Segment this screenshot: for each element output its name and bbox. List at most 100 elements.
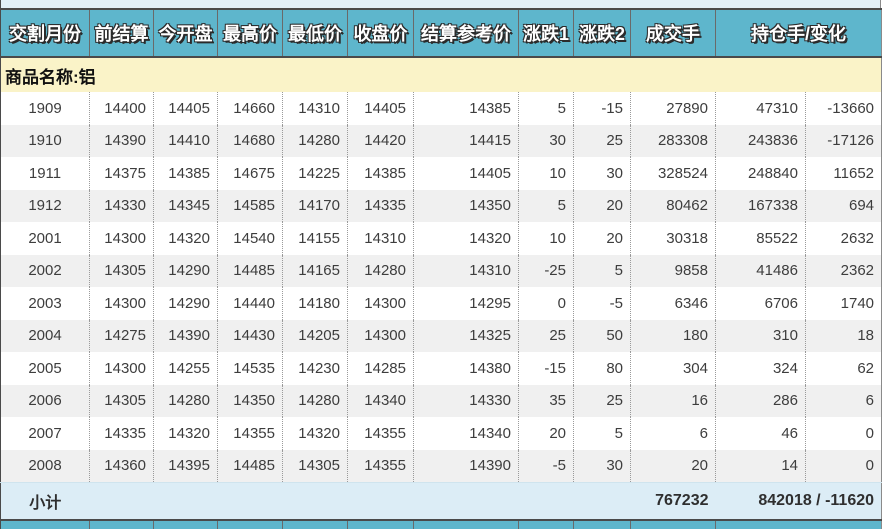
table-row[interactable]: 2003 14300 14290 14440 14180 14300 14295… — [0, 287, 882, 320]
cell-open-interest: 85522 — [715, 222, 806, 255]
cell-volume: 20 — [630, 449, 716, 483]
cell-change2: 25 — [573, 384, 631, 417]
cell-change1: 0 — [518, 287, 574, 320]
cell-volume: 304 — [630, 352, 716, 385]
cell-delivery-month: 1911 — [0, 157, 90, 190]
cell-open-interest: 46 — [715, 417, 806, 450]
cell-delivery-month: 2004 — [0, 319, 90, 352]
table-row[interactable]: 2004 14275 14390 14430 14205 14300 14325… — [0, 319, 882, 352]
table-row[interactable]: 2008 14360 14395 14485 14305 14355 14390… — [0, 449, 882, 483]
cell-open: 14255 — [153, 352, 218, 385]
cell-settlement-ref: 14310 — [413, 254, 519, 287]
cell-open-interest: 243836 — [715, 124, 806, 157]
cell-change1: -15 — [518, 352, 574, 385]
cell-open: 14410 — [153, 124, 218, 157]
cell-open-interest: 324 — [715, 352, 806, 385]
quotes-table: 交割月份 前结算 今开盘 最高价 最低价 收盘价 结算参考价 涨跌1 涨跌2 成… — [0, 8, 883, 519]
cell-oi-change: 694 — [805, 189, 882, 222]
cell-prev-settlement: 14275 — [89, 319, 154, 352]
cell-high: 14675 — [217, 157, 283, 190]
cell-high: 14680 — [217, 124, 283, 157]
cell-open: 14320 — [153, 417, 218, 450]
cell-change2: 5 — [573, 417, 631, 450]
table-row[interactable]: 2007 14335 14320 14355 14320 14355 14340… — [0, 417, 882, 450]
cell-high: 14540 — [217, 222, 283, 255]
cell-high: 14430 — [217, 319, 283, 352]
cell-open-interest: 47310 — [715, 92, 806, 125]
cell-open: 14395 — [153, 449, 218, 483]
cell-close: 14310 — [347, 222, 414, 255]
table-row[interactable]: 1912 14330 14345 14585 14170 14335 14350… — [0, 189, 882, 222]
table-row[interactable]: 1911 14375 14385 14675 14225 14385 14405… — [0, 157, 882, 190]
cell-prev-settlement: 14375 — [89, 157, 154, 190]
cell-settlement-ref: 14380 — [413, 352, 519, 385]
cell-prev-settlement: 14335 — [89, 417, 154, 450]
cell-low: 14305 — [282, 449, 348, 483]
subtotal-open-interest: 842018 / -11620 — [715, 482, 882, 519]
cell-oi-change: 2362 — [805, 254, 882, 287]
cell-prev-settlement: 14390 — [89, 124, 154, 157]
col-header-change2: 涨跌2 — [573, 8, 631, 58]
cell-volume: 6346 — [630, 287, 716, 320]
cell-open-interest: 167338 — [715, 189, 806, 222]
contract-rows: 1909 14400 14405 14660 14310 14405 14385… — [0, 92, 882, 483]
cell-volume: 9858 — [630, 254, 716, 287]
cell-close: 14335 — [347, 189, 414, 222]
col-header-close: 收盘价 — [347, 8, 414, 58]
cell-open: 14345 — [153, 189, 218, 222]
col-header-change1: 涨跌1 — [518, 8, 574, 58]
cell-change1: 35 — [518, 384, 574, 417]
cell-open: 14390 — [153, 319, 218, 352]
cell-open: 14405 — [153, 92, 218, 125]
cell-settlement-ref: 14385 — [413, 92, 519, 125]
col-header-delivery-month: 交割月份 — [0, 8, 90, 58]
cell-low: 14170 — [282, 189, 348, 222]
cell-change2: 80 — [573, 352, 631, 385]
cell-high: 14485 — [217, 254, 283, 287]
cell-oi-change: -13660 — [805, 92, 882, 125]
cell-close: 14355 — [347, 449, 414, 483]
cell-open: 14320 — [153, 222, 218, 255]
cell-open-interest: 310 — [715, 319, 806, 352]
cell-high: 14585 — [217, 189, 283, 222]
cell-low: 14155 — [282, 222, 348, 255]
cell-delivery-month: 2007 — [0, 417, 90, 450]
table-row[interactable]: 2005 14300 14255 14535 14230 14285 14380… — [0, 352, 882, 385]
cell-settlement-ref: 14340 — [413, 417, 519, 450]
cell-prev-settlement: 14330 — [89, 189, 154, 222]
cell-low: 14165 — [282, 254, 348, 287]
table-row[interactable]: 1910 14390 14410 14680 14280 14420 14415… — [0, 124, 882, 157]
cell-close: 14340 — [347, 384, 414, 417]
cell-high: 14660 — [217, 92, 283, 125]
col-header-volume: 成交手 — [630, 8, 716, 58]
cell-high: 14350 — [217, 384, 283, 417]
cell-oi-change: 0 — [805, 417, 882, 450]
cell-oi-change: 62 — [805, 352, 882, 385]
cell-open-interest: 41486 — [715, 254, 806, 287]
cell-change1: 25 — [518, 319, 574, 352]
cell-change1: -25 — [518, 254, 574, 287]
cell-close: 14355 — [347, 417, 414, 450]
commodity-name-row: 商品名称:铝 — [0, 57, 882, 92]
cell-open-interest: 6706 — [715, 287, 806, 320]
table-row[interactable]: 1909 14400 14405 14660 14310 14405 14385… — [0, 92, 882, 125]
cell-open: 14290 — [153, 287, 218, 320]
cell-low: 14320 — [282, 417, 348, 450]
subtotal-spacer — [89, 482, 631, 519]
cell-volume: 27890 — [630, 92, 716, 125]
cell-prev-settlement: 14300 — [89, 352, 154, 385]
table-row[interactable]: 2002 14305 14290 14485 14165 14280 14310… — [0, 254, 882, 287]
cell-volume: 6 — [630, 417, 716, 450]
cell-open-interest: 248840 — [715, 157, 806, 190]
cell-delivery-month: 2006 — [0, 384, 90, 417]
cell-close: 14420 — [347, 124, 414, 157]
cell-prev-settlement: 14400 — [89, 92, 154, 125]
previous-section-partial-row — [0, 0, 881, 8]
col-header-low: 最低价 — [282, 8, 348, 58]
cell-close: 14280 — [347, 254, 414, 287]
subtotal-row: 小计 767232 842018 / -11620 — [0, 482, 882, 519]
table-row[interactable]: 2001 14300 14320 14540 14155 14310 14320… — [0, 222, 882, 255]
cell-oi-change: 6 — [805, 384, 882, 417]
table-row[interactable]: 2006 14305 14280 14350 14280 14340 14330… — [0, 384, 882, 417]
cell-settlement-ref: 14330 — [413, 384, 519, 417]
